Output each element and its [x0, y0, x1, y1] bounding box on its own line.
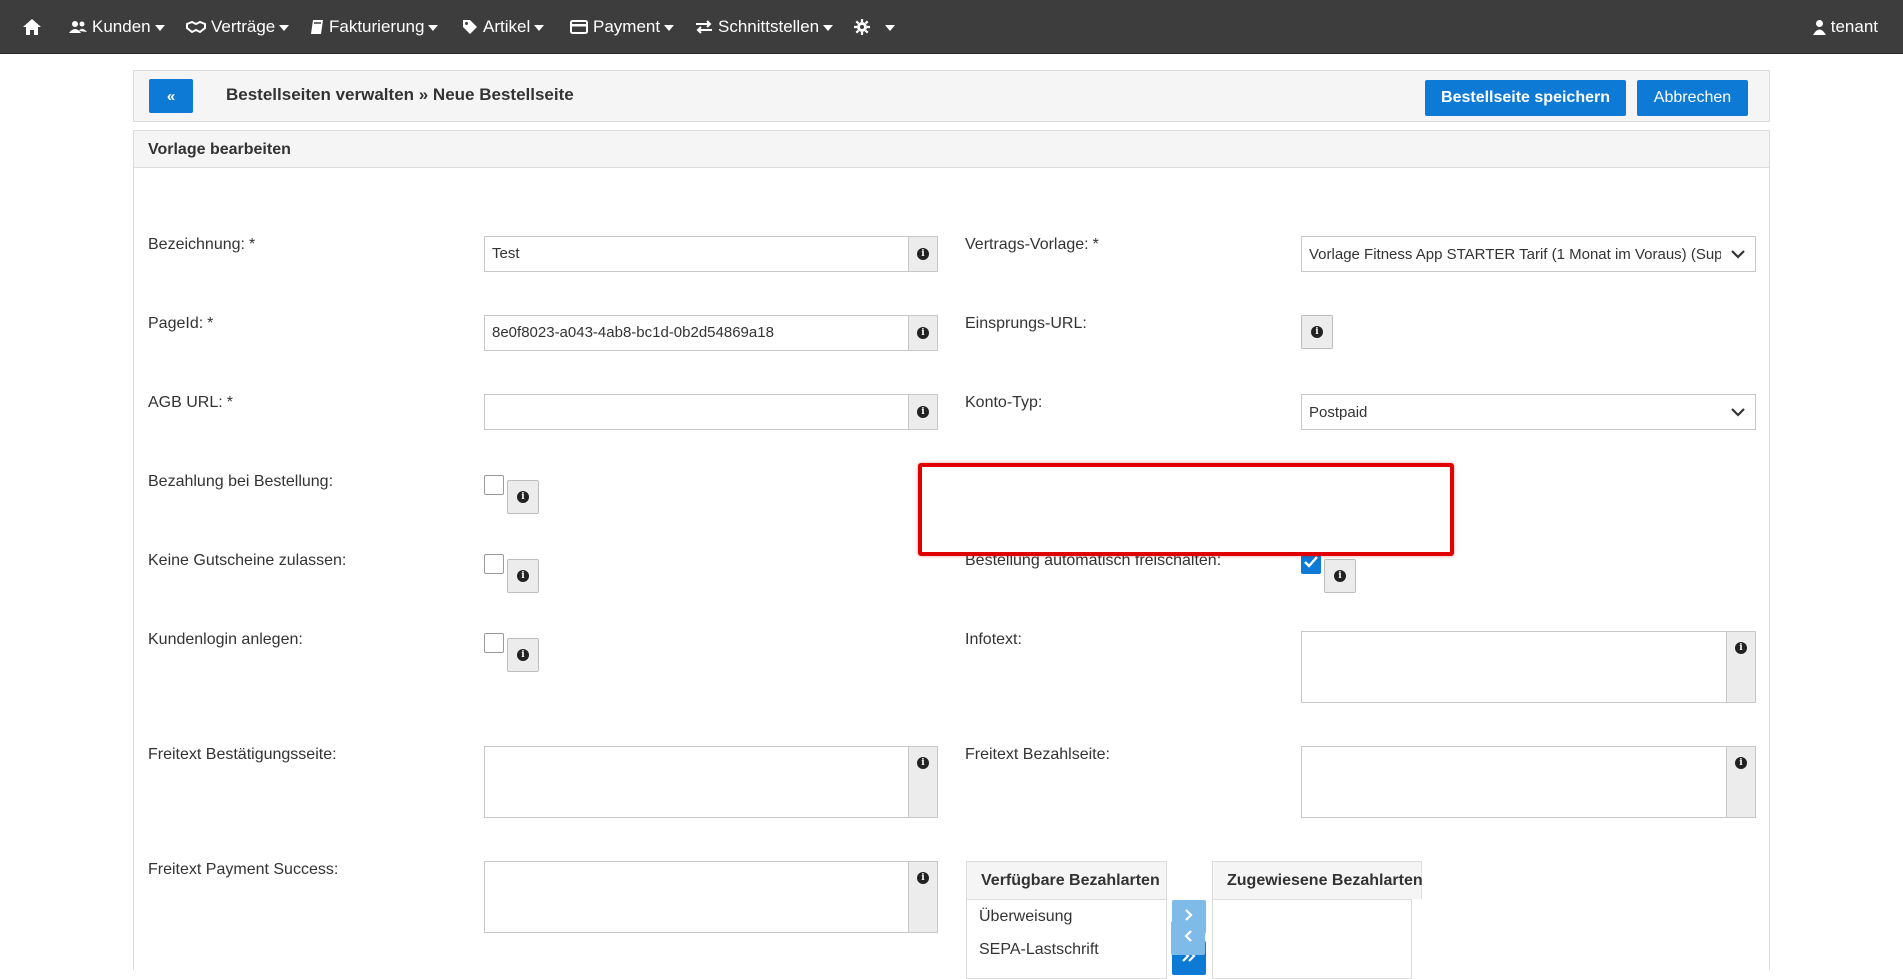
- checkmark-icon: [1304, 555, 1318, 573]
- info-icon: i: [1311, 326, 1323, 338]
- freitext-bezahl-textarea[interactable]: i: [1301, 746, 1756, 818]
- kundenlogin-info-button[interactable]: i: [507, 638, 539, 672]
- user-name: tenant: [1830, 17, 1878, 36]
- page-title: Bestellseiten verwalten » Neue Bestellse…: [226, 85, 574, 104]
- infotext-label: Infotext:: [965, 631, 1022, 648]
- info-icon: i: [1334, 570, 1346, 582]
- nav-home[interactable]: [22, 0, 47, 54]
- info-icon: i: [917, 248, 929, 260]
- freitext-payment-info-button[interactable]: i: [908, 862, 937, 932]
- info-icon: i: [517, 570, 529, 582]
- back-button[interactable]: «: [149, 79, 193, 113]
- kundenlogin-checkbox[interactable]: [484, 633, 504, 653]
- nav-artikel[interactable]: Artikel: [462, 0, 545, 54]
- freitext-bezahl-info-button[interactable]: i: [1726, 747, 1755, 817]
- tag-icon: [462, 19, 478, 35]
- auto-freischalten-checkbox[interactable]: [1301, 554, 1321, 574]
- pageid-input[interactable]: 8e0f8023-a043-4ab8-bc1d-0b2d54869a18 i: [484, 315, 938, 351]
- bezeichnung-value: Test: [492, 245, 520, 262]
- bezahlung-info-button[interactable]: i: [507, 480, 539, 514]
- pageid-info-button[interactable]: i: [908, 316, 937, 350]
- nav-user[interactable]: tenant: [1812, 0, 1878, 54]
- konto-typ-label: Konto-Typ:: [965, 394, 1043, 411]
- book-icon: [310, 19, 324, 35]
- top-navbar: Kunden Verträge Fakturierung Artikel Pay…: [0, 0, 1903, 54]
- list-item[interactable]: Überweisung: [979, 908, 1072, 926]
- nav-kunden-label: Kunden: [92, 16, 151, 36]
- nav-kunden[interactable]: Kunden: [69, 0, 165, 54]
- bezeichnung-label: Bezeichnung: *: [148, 236, 256, 253]
- infotext-textarea[interactable]: i: [1301, 631, 1756, 703]
- user-icon: [1812, 19, 1826, 35]
- chevron-down-icon: [1731, 405, 1745, 424]
- info-icon: i: [917, 406, 929, 418]
- info-icon: i: [1735, 642, 1747, 654]
- assigned-payments-title: Zugewiesene Bezahlarten: [1212, 861, 1423, 899]
- einsprungs-url-label: Einsprungs-URL:: [965, 315, 1087, 332]
- nav-payment-label: Payment: [593, 16, 661, 36]
- cancel-button[interactable]: Abbrechen: [1637, 80, 1748, 116]
- gutscheine-info-button[interactable]: i: [507, 559, 539, 593]
- available-payments-title: Verfügbare Bezahlarten: [966, 861, 1167, 899]
- chevron-down-icon: [1731, 247, 1745, 266]
- panel-title: Vorlage bearbeiten: [134, 131, 1769, 168]
- freitext-bestaetigung-textarea[interactable]: i: [484, 746, 938, 818]
- agb-url-label: AGB URL: *: [148, 394, 233, 411]
- available-payments-list: Überweisung SEPA-Lastschrift: [966, 899, 1167, 979]
- handshake-icon: [186, 20, 206, 34]
- freitext-payment-label: Freitext Payment Success:: [148, 861, 339, 878]
- home-icon: [22, 18, 42, 36]
- nav-vertraege-label: Verträge: [211, 16, 276, 36]
- freitext-payment-textarea[interactable]: i: [484, 861, 938, 933]
- pageid-value: 8e0f8023-a043-4ab8-bc1d-0b2d54869a18: [492, 324, 774, 341]
- nav-fakturierung-label: Fakturierung: [329, 16, 425, 36]
- gutscheine-checkbox[interactable]: [484, 554, 504, 574]
- credit-card-icon: [570, 19, 588, 34]
- info-icon: i: [517, 491, 529, 503]
- info-icon: i: [517, 649, 529, 661]
- assigned-payments-list: [1212, 899, 1412, 979]
- chevron-left-icon: [1183, 929, 1193, 947]
- kundenlogin-label: Kundenlogin anlegen:: [148, 631, 303, 648]
- users-icon: [69, 20, 87, 34]
- info-icon: i: [917, 327, 929, 339]
- highlight-box: [918, 463, 1454, 556]
- vertrags-vorlage-select[interactable]: Vorlage Fitness App STARTER Tarif (1 Mon…: [1301, 236, 1756, 272]
- bezeichnung-info-button[interactable]: i: [908, 237, 937, 271]
- nav-fakturierung[interactable]: Fakturierung: [310, 0, 439, 54]
- gear-icon: [854, 18, 870, 35]
- move-left-button[interactable]: [1171, 921, 1205, 955]
- freitext-bestaetigung-label: Freitext Bestätigungsseite:: [148, 746, 337, 763]
- vertrags-vorlage-label: Vertrags-Vorlage: *: [965, 236, 1099, 253]
- nav-settings[interactable]: [854, 0, 895, 54]
- exchange-icon: [695, 19, 713, 34]
- infotext-info-button[interactable]: i: [1726, 632, 1755, 702]
- back-button-label: «: [166, 87, 176, 105]
- bezahlung-checkbox[interactable]: [484, 475, 504, 495]
- konto-typ-value: Postpaid: [1309, 404, 1368, 421]
- bezahlung-label: Bezahlung bei Bestellung:: [148, 473, 334, 490]
- einsprungs-url-info-button[interactable]: i: [1301, 315, 1333, 349]
- nav-payment[interactable]: Payment: [570, 0, 675, 54]
- freitext-bestaetigung-info-button[interactable]: i: [908, 747, 937, 817]
- save-button[interactable]: Bestellseite speichern: [1425, 80, 1626, 116]
- main-container: « Bestellseiten verwalten » Neue Bestell…: [133, 70, 1770, 979]
- nav-schnittstellen[interactable]: Schnittstellen: [695, 0, 834, 54]
- gutscheine-label: Keine Gutscheine zulassen:: [148, 552, 347, 569]
- nav-artikel-label: Artikel: [483, 16, 531, 36]
- nav-schnittstellen-label: Schnittstellen: [718, 16, 820, 36]
- auto-freischalten-info-button[interactable]: i: [1324, 559, 1356, 593]
- info-icon: i: [917, 872, 929, 884]
- agb-url-input[interactable]: i: [484, 394, 938, 430]
- info-icon: i: [1735, 757, 1747, 769]
- bezeichnung-input[interactable]: Test i: [484, 236, 938, 272]
- pageid-label: PageId: *: [148, 315, 214, 332]
- freitext-bezahl-label: Freitext Bezahlseite:: [965, 746, 1110, 763]
- nav-vertraege[interactable]: Verträge: [186, 0, 290, 54]
- konto-typ-select[interactable]: Postpaid: [1301, 394, 1756, 430]
- info-icon: i: [917, 757, 929, 769]
- page-header-bar: « Bestellseiten verwalten » Neue Bestell…: [133, 70, 1770, 122]
- vertrags-vorlage-value: Vorlage Fitness App STARTER Tarif (1 Mon…: [1309, 246, 1721, 263]
- agb-url-info-button[interactable]: i: [908, 395, 937, 429]
